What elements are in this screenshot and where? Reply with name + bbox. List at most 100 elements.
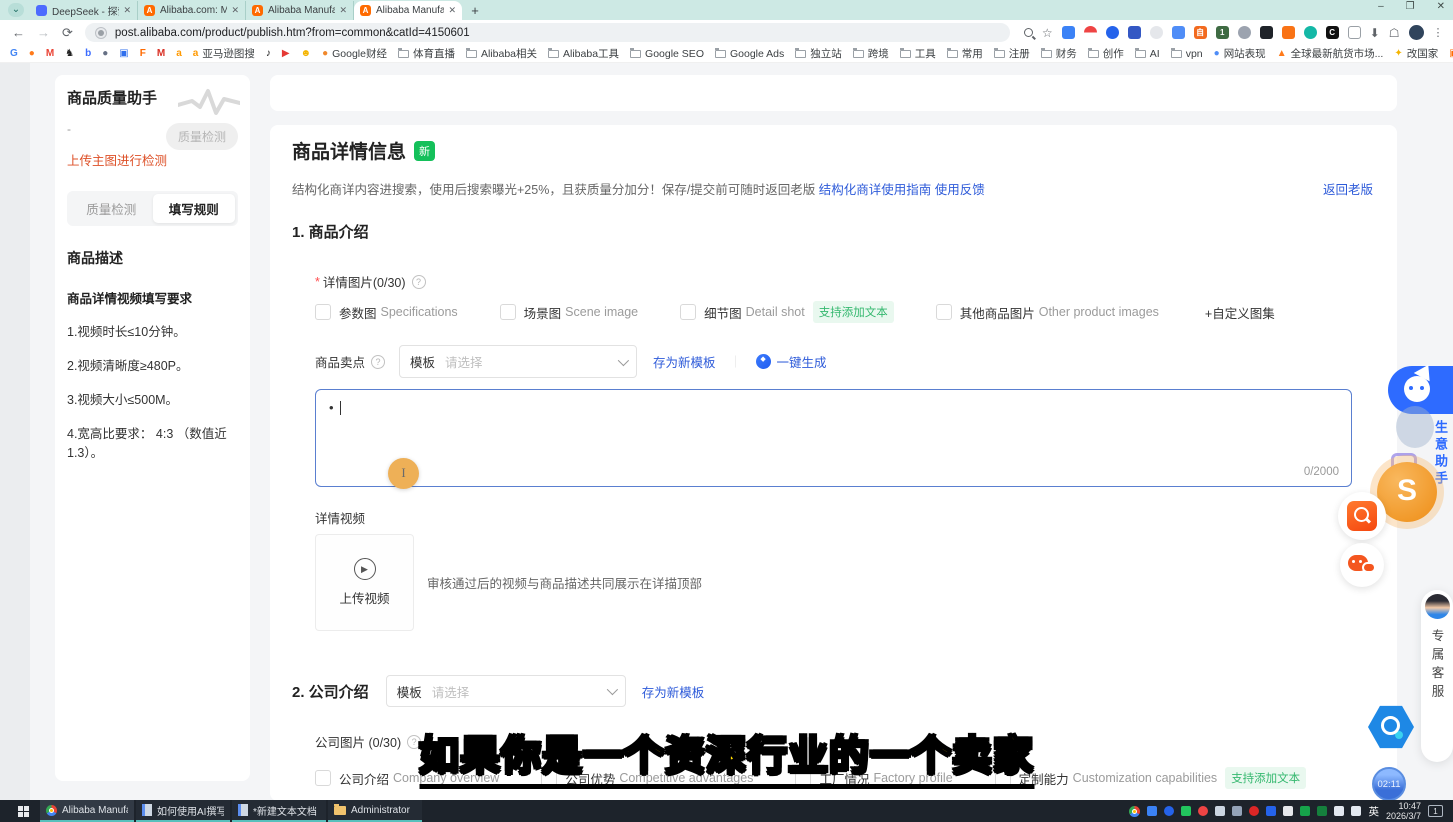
tab-deepseek[interactable]: DeepSeek - 探索未至之境 ✕ (30, 1, 138, 20)
tray-app-icon[interactable] (1198, 806, 1208, 816)
extensions-menu-icon[interactable] (1348, 26, 1361, 39)
skype-icon[interactable]: S (1377, 462, 1437, 522)
checkbox-icon[interactable] (315, 770, 331, 786)
tab-close-icon[interactable]: ✕ (123, 5, 131, 16)
bookmark-item[interactable]: a (176, 48, 182, 59)
tray-usb-icon[interactable] (1147, 806, 1157, 816)
tray-app-icon[interactable] (1300, 806, 1310, 816)
upload-main-image-link[interactable]: 上传主图进行检测 (67, 150, 238, 169)
tray-chrome-icon[interactable] (1129, 806, 1140, 817)
help-icon[interactable]: ? (412, 275, 426, 289)
extension-icon[interactable]: C (1326, 26, 1339, 39)
quality-check-button[interactable]: 质量检测 (166, 123, 238, 150)
exclusive-service-widget[interactable]: 专属客服 (1421, 590, 1453, 762)
bookmark-folder[interactable]: Alibaba工具 (548, 46, 619, 61)
taskbar-item-chrome[interactable]: Alibaba Manufact... (40, 800, 134, 822)
tray-battery-icon[interactable] (1283, 806, 1293, 816)
back-icon[interactable]: ← (12, 25, 25, 40)
extension-icon[interactable] (1150, 26, 1163, 39)
tab-close-icon[interactable]: ✕ (339, 5, 347, 16)
bookmark-folder[interactable]: vpn (1171, 48, 1203, 60)
bookmark-item[interactable]: ● (102, 48, 108, 59)
back-to-old-version-link[interactable]: 返回老版 (1323, 179, 1373, 198)
ai-generate-icon[interactable] (756, 354, 771, 369)
checkbox-icon[interactable] (500, 304, 516, 320)
tray-network-icon[interactable] (1334, 806, 1344, 816)
bookmark-item[interactable]: a亚马逊图搜 (193, 46, 255, 61)
bookmark-item[interactable]: ♞ (65, 48, 74, 59)
bookmark-item[interactable]: M (46, 48, 54, 59)
checkbox-specifications[interactable]: 参数图 Specifications (315, 303, 458, 322)
bookmark-folder[interactable]: 注册 (994, 46, 1030, 61)
tab-filling-rules[interactable]: 填写规则 (153, 194, 236, 223)
bookmark-item[interactable]: ▶ (282, 48, 290, 59)
site-info-icon[interactable] (95, 27, 107, 39)
bookmark-item[interactable]: ▣ (119, 48, 128, 59)
profile-avatar[interactable] (1409, 25, 1424, 40)
bookmark-item[interactable]: ▲全球最新航货市场... (1277, 46, 1384, 61)
extension-icon[interactable] (1172, 26, 1185, 39)
taskbar-clock[interactable]: 10:47 2026/3/7 (1386, 801, 1421, 821)
new-tab-button[interactable]: + (466, 2, 484, 20)
bookmark-item[interactable]: M (157, 48, 165, 59)
extension-icon[interactable]: 自 (1194, 26, 1207, 39)
extension-icon[interactable] (1106, 26, 1119, 39)
notification-center-icon[interactable]: 1 (1428, 805, 1443, 817)
window-close-button[interactable]: ✕ (1437, 1, 1445, 12)
bookmark-item[interactable]: ●Google财经 (322, 46, 387, 61)
tray-screenshot-icon[interactable] (1232, 806, 1242, 816)
tab-close-icon[interactable]: ✕ (448, 5, 456, 16)
bookmark-folder[interactable]: 独立站 (795, 46, 842, 61)
extension-icon[interactable] (1304, 26, 1317, 39)
tab-quality-check[interactable]: 质量检测 (70, 194, 153, 223)
bookmark-folder[interactable]: 创作 (1088, 46, 1124, 61)
extension-icon[interactable] (1282, 26, 1295, 39)
tray-shield-icon[interactable] (1164, 806, 1174, 816)
save-as-template-link[interactable]: 存为新模板 (642, 682, 705, 701)
bookmark-item[interactable]: ▣海天知识产权保护... (1449, 46, 1453, 61)
windows-start-button[interactable] (8, 800, 38, 822)
tray-volume-icon[interactable] (1351, 806, 1361, 816)
tab-close-icon[interactable]: ✕ (231, 5, 239, 16)
one-click-generate-link[interactable]: 一键生成 (777, 352, 827, 371)
bookmark-star-icon[interactable]: ☆ (1042, 26, 1053, 40)
checkbox-customization-capabilities[interactable]: 定制能力 Customization capabilities 支持添加文本 (995, 767, 1307, 789)
taskbar-item-notepad-2[interactable]: *新建文本文档 (2).t... (232, 800, 326, 822)
bookmark-item[interactable]: ♪ (266, 48, 271, 59)
tab-search-chevron-icon[interactable]: ⌄ (8, 3, 24, 17)
bookmark-item[interactable]: G (10, 48, 18, 59)
selling-point-editor[interactable]: • 0/2000 I (315, 389, 1352, 487)
checkbox-detail-shot[interactable]: 细节图 Detail shot 支持添加文本 (680, 301, 894, 323)
checkbox-other-product-images[interactable]: 其他商品图片 Other product images (936, 303, 1159, 322)
feedback-link[interactable]: 使用反馈 (935, 183, 985, 197)
checkbox-icon[interactable] (315, 304, 331, 320)
bookmark-item[interactable]: b (85, 48, 91, 59)
extension-icon[interactable] (1084, 26, 1097, 39)
window-minimize-button[interactable]: – (1378, 1, 1384, 12)
bookmark-folder[interactable]: 跨境 (853, 46, 889, 61)
upload-video-button[interactable]: ▶ 上传视频 (315, 534, 414, 631)
bookmark-folder[interactable]: Google SEO (630, 48, 704, 60)
bookmark-folder[interactable]: 体育直播 (398, 46, 455, 61)
extension-icon[interactable] (1260, 26, 1273, 39)
tray-app-icon[interactable] (1181, 806, 1191, 816)
help-icon[interactable]: ? (371, 355, 385, 369)
zoom-icon[interactable] (1024, 28, 1033, 37)
tray-mic-icon[interactable] (1215, 806, 1225, 816)
reload-icon[interactable]: ⟳ (62, 25, 73, 41)
bookmark-item[interactable]: F (140, 48, 146, 59)
taskbar-item-notepad-1[interactable]: 如何使用AI撰写产... (136, 800, 230, 822)
bookmark-folder[interactable]: Google Ads (715, 48, 784, 60)
tab-alibaba-direct-1[interactable]: A Alibaba Manufacturer Direct... ✕ (246, 1, 354, 20)
download-icon[interactable]: ⬇ (1370, 26, 1380, 40)
bookmark-folder[interactable]: 财务 (1041, 46, 1077, 61)
monkey-script-icon[interactable]: ☖ (1389, 26, 1400, 40)
tab-alibaba-direct-active[interactable]: A Alibaba Manufacturer Direct... ✕ (354, 1, 462, 20)
bookmark-folder[interactable]: 工具 (900, 46, 936, 61)
ime-indicator[interactable]: 英 (1368, 804, 1379, 819)
tray-app-icon[interactable] (1317, 806, 1327, 816)
extension-icon[interactable]: 1 (1216, 26, 1229, 39)
checkbox-icon[interactable] (680, 304, 696, 320)
custom-gallery-link[interactable]: +自定义图集 (1205, 303, 1275, 322)
voice-assistant-icon[interactable] (1396, 406, 1434, 448)
